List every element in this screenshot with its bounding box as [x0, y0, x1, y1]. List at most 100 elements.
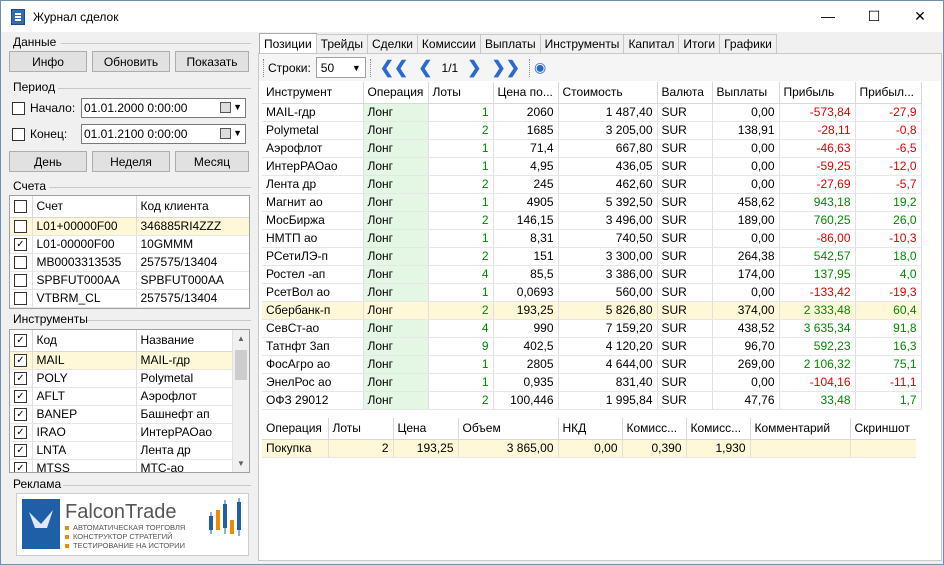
scroll-down-icon[interactable]: ▼ — [233, 455, 249, 472]
position-cell: 137,95 — [779, 265, 856, 284]
close-icon[interactable]: ✕ — [897, 1, 943, 31]
instruments-scrollbar[interactable]: ▲ ▼ — [232, 330, 249, 472]
account-row[interactable]: SPBFUT000AA SPBFUT000AA — [10, 271, 249, 290]
position-row[interactable]: ИнтерРАОао Лонг 1 4,95 436,05 SUR 0,00 -59,25 -1… — [262, 157, 922, 176]
positions-col-header[interactable]: Лоты — [428, 82, 494, 104]
positions-col-header[interactable]: Цена по... — [493, 82, 559, 104]
position-row[interactable]: Сбербанк-п Лонг 2 193,25 5 826,80 SUR 374,00 2 … — [262, 301, 922, 320]
tab-commissions[interactable]: Комиссии — [416, 34, 481, 53]
instruments-col-name[interactable]: Название — [136, 330, 233, 352]
account-row[interactable]: MB0003313535 257575/13404 — [10, 253, 249, 272]
accounts-select-all[interactable] — [10, 196, 33, 218]
positions-col-header[interactable]: Инструмент — [262, 82, 364, 104]
account-checkbox[interactable] — [10, 253, 33, 272]
instrument-checkbox[interactable]: ✓ — [10, 423, 33, 442]
trades-col-header[interactable]: Комисс... — [622, 418, 687, 440]
rows-per-page-select[interactable]: 50 ▼ — [315, 57, 366, 78]
position-row[interactable]: Polymetal Лонг 2 1685 3 205,00 SUR 138,91 -28,1… — [262, 121, 922, 140]
instrument-checkbox[interactable]: ✓ — [10, 459, 33, 472]
instrument-row[interactable]: ✓ MTSS МТС-ао — [10, 459, 233, 472]
position-row[interactable]: НМТП ао Лонг 1 8,31 740,50 SUR 0,00 -86,00 -10,3 — [262, 229, 922, 248]
start-date-picker[interactable]: 01.01.2000 0:00:00 ▼ — [81, 98, 246, 118]
minimize-icon[interactable]: — — [805, 1, 851, 31]
tab-charts[interactable]: Графики — [719, 34, 777, 53]
account-checkbox[interactable] — [10, 271, 33, 290]
trades-col-header[interactable]: Операция — [262, 418, 329, 440]
instrument-row[interactable]: ✓ BANEP Башнефт ап — [10, 405, 233, 424]
position-row[interactable]: МосБиржа Лонг 2 146,15 3 496,00 SUR 189,00 760,… — [262, 211, 922, 230]
end-date-checkbox[interactable] — [12, 128, 25, 141]
first-page-icon[interactable]: ❮❮ — [380, 58, 409, 78]
account-row[interactable]: L01+00000F00 346885RI4ZZZ — [10, 217, 249, 236]
week-button[interactable]: Неделя — [92, 151, 170, 172]
instrument-row[interactable]: ✓ LNTA Лента др — [10, 441, 233, 460]
tab-instruments[interactable]: Инструменты — [539, 34, 625, 53]
trades-col-header[interactable]: Скриншот — [850, 418, 916, 440]
scroll-thumb[interactable] — [235, 350, 247, 380]
maximize-icon[interactable]: ☐ — [851, 1, 897, 31]
tab-payouts[interactable]: Выплаты — [479, 34, 541, 53]
trades-col-header[interactable]: Цена — [393, 418, 459, 440]
instrument-row[interactable]: ✓ IRAO ИнтерРАОао — [10, 423, 233, 442]
eye-icon[interactable]: ◉ — [534, 59, 546, 76]
position-row[interactable]: Магнит ао Лонг 1 4905 5 392,50 SUR 458,62 943,1… — [262, 193, 922, 212]
instrument-checkbox[interactable]: ✓ — [10, 351, 33, 370]
instruments-select-all[interactable]: ✓ — [10, 330, 33, 352]
tab-trades[interactable]: Трейды — [315, 34, 368, 53]
positions-col-header[interactable]: Операция — [363, 82, 429, 104]
trades-col-header[interactable]: Объем — [458, 418, 559, 440]
accounts-col-account[interactable]: Счет — [32, 196, 137, 218]
position-row[interactable]: MAIL-гдр Лонг 1 2060 1 487,40 SUR 0,00 -573,84-… — [262, 103, 922, 122]
instrument-checkbox[interactable]: ✓ — [10, 369, 33, 388]
position-row[interactable]: Татнфт 3ап Лонг 9 402,5 4 120,20 SUR 96,70 592,… — [262, 337, 922, 356]
instruments-col-code[interactable]: Код — [32, 330, 137, 352]
trades-col-header[interactable]: Лоты — [328, 418, 394, 440]
tab-totals[interactable]: Итоги — [678, 34, 721, 53]
positions-col-header[interactable]: Прибыл... — [855, 82, 922, 104]
refresh-button[interactable]: Обновить — [92, 51, 170, 72]
positions-col-header[interactable]: Выплаты — [712, 82, 780, 104]
instrument-row[interactable]: ✓ POLY Polymetal — [10, 369, 233, 388]
end-date-picker[interactable]: 01.01.2100 0:00:00 ▼ — [81, 124, 246, 144]
position-row[interactable]: РСетиЛЭ-п Лонг 2 151 3 300,00 SUR 264,38 542,57… — [262, 247, 922, 266]
position-row[interactable]: ФосАгро ао Лонг 1 2805 4 644,00 SUR 269,00 2 10… — [262, 355, 922, 374]
instrument-checkbox[interactable]: ✓ — [10, 441, 33, 460]
prev-page-icon[interactable]: ❮ — [418, 58, 432, 78]
trade-row[interactable]: Покупка 2 193,25 3 865,00 0,00 0,390 1,930 — [262, 439, 916, 458]
instrument-row[interactable]: ✓ AFLT Аэрофлот — [10, 387, 233, 406]
start-date-checkbox[interactable] — [12, 102, 25, 115]
position-row[interactable]: ОФЗ 29012 Лонг 2 100,446 1 995,84 SUR 47,76 33,… — [262, 391, 922, 410]
account-checkbox[interactable] — [10, 289, 33, 308]
instrument-checkbox[interactable]: ✓ — [10, 387, 33, 406]
account-checkbox[interactable]: ✓ — [10, 235, 33, 254]
falcontrade-ad[interactable]: FalconTrade АВТОМАТИЧЕСКАЯ ТОРГОВЛЯ КОНС… — [16, 493, 249, 556]
position-row[interactable]: РсетВол ао Лонг 1 0,0693 560,00 SUR 0,00 -133,4… — [262, 283, 922, 302]
last-page-icon[interactable]: ❯❯ — [491, 58, 520, 78]
info-button[interactable]: Инфо — [9, 51, 87, 72]
account-row[interactable]: ✓ L01-00000F00 10GMMM — [10, 235, 249, 254]
show-button[interactable]: Показать — [175, 51, 249, 72]
day-button[interactable]: День — [9, 151, 87, 172]
tab-deals[interactable]: Сделки — [367, 34, 418, 53]
tab-capital[interactable]: Капитал — [623, 34, 680, 53]
next-page-icon[interactable]: ❯ — [467, 58, 481, 78]
trades-col-header[interactable]: НКД — [558, 418, 623, 440]
position-row[interactable]: Аэрофлот Лонг 1 71,4 667,80 SUR 0,00 -46,63 -6,5 — [262, 139, 922, 158]
positions-col-header[interactable]: Валюта — [657, 82, 713, 104]
instrument-row[interactable]: ✓ MAIL MAIL-гдр — [10, 351, 233, 370]
tab-positions[interactable]: Позиции — [259, 33, 317, 53]
account-checkbox[interactable] — [10, 217, 33, 236]
trades-col-header[interactable]: Комисс... — [686, 418, 751, 440]
scroll-up-icon[interactable]: ▲ — [233, 330, 249, 347]
accounts-col-client[interactable]: Код клиента — [136, 196, 249, 218]
month-button[interactable]: Месяц — [175, 151, 249, 172]
positions-col-header[interactable]: Прибыль — [779, 82, 856, 104]
position-row[interactable]: ЭнелРос ао Лонг 1 0,935 831,40 SUR 0,00 -104,16… — [262, 373, 922, 392]
account-row[interactable]: VTBRM_CL 257575/13404 — [10, 289, 249, 308]
positions-col-header[interactable]: Стоимость — [558, 82, 658, 104]
trades-col-header[interactable]: Комментарий — [750, 418, 851, 440]
position-row[interactable]: Ростел -ап Лонг 4 85,5 3 386,00 SUR 174,00 137,… — [262, 265, 922, 284]
instrument-checkbox[interactable]: ✓ — [10, 405, 33, 424]
position-row[interactable]: СевСт-ао Лонг 4 990 7 159,20 SUR 438,52 3 635,3… — [262, 319, 922, 338]
position-row[interactable]: Лента др Лонг 2 245 462,60 SUR 0,00 -27,69 -5,7 — [262, 175, 922, 194]
